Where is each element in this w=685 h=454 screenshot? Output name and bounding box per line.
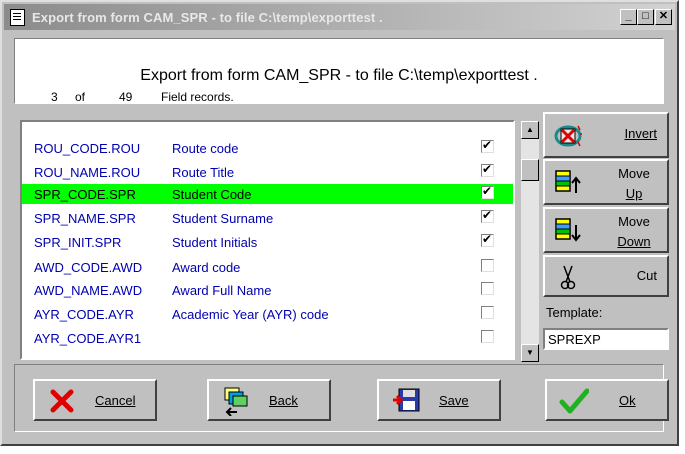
title-bar[interactable]: Export from form CAM_SPR - to file C:\te… <box>4 4 675 30</box>
save-label: Save <box>439 393 469 408</box>
field-row[interactable]: SPR_NAME.SPR Student Surname <box>22 208 513 228</box>
export-dialog: Export from form CAM_SPR - to file C:\te… <box>0 0 679 446</box>
records-suffix: Field records. <box>161 90 234 104</box>
cancel-x-icon <box>50 389 74 413</box>
move-down-button[interactable]: Move Down <box>543 207 669 253</box>
button-bar: Cancel Back Save Ok <box>14 364 669 432</box>
move-down-icon <box>555 218 581 242</box>
maximize-button[interactable]: □ <box>637 9 654 25</box>
current-record: 3 <box>51 90 58 104</box>
move-down-label: Move Down <box>617 214 651 249</box>
invert-icon <box>554 125 582 147</box>
scissors-icon <box>560 265 576 290</box>
export-title: Export from form CAM_SPR - to file C:\te… <box>140 67 538 84</box>
window-title: Export from form CAM_SPR - to file C:\te… <box>32 10 383 25</box>
field-row[interactable]: AYR_CODE.AYR Academic Year (AYR) code <box>22 304 513 324</box>
field-row[interactable]: ROU_CODE.ROU Route code <box>22 138 513 158</box>
field-row[interactable]: SPR_CODE.SPR Student Code <box>22 184 513 204</box>
ok-checkmark-icon <box>559 388 589 414</box>
include-checkbox[interactable] <box>481 208 494 223</box>
list-scrollbar[interactable]: ▲ ▼ <box>521 121 539 362</box>
total-records: 49 <box>119 90 133 104</box>
cancel-label: Cancel <box>95 393 136 408</box>
field-description: Student Surname <box>172 211 274 226</box>
field-description: Award code <box>172 260 241 275</box>
scroll-down-arrow-icon[interactable]: ▼ <box>521 344 539 362</box>
export-header: Export from form CAM_SPR - to file C:\te… <box>14 38 664 104</box>
field-list[interactable]: ROU_CODE.ROU Route code ROU_NAME.ROU Rou… <box>20 120 515 360</box>
include-checkbox[interactable] <box>481 184 494 199</box>
field-code: SPR_CODE.SPR <box>34 187 136 202</box>
back-icon <box>224 387 248 416</box>
close-button[interactable]: ✕ <box>655 9 672 25</box>
field-code: ROU_NAME.ROU <box>34 165 141 180</box>
template-input[interactable]: SPREXP <box>543 328 669 350</box>
invert-label: Invert <box>624 126 657 141</box>
minimize-button[interactable]: _ <box>620 9 637 25</box>
cancel-button[interactable]: Cancel <box>33 379 157 421</box>
field-code: AYR_CODE.AYR1 <box>34 331 142 346</box>
of-label: of <box>75 90 86 104</box>
move-up-label: Move Up <box>618 166 650 201</box>
field-row[interactable]: ROU_NAME.ROU Route Title <box>22 162 513 182</box>
ok-label: Ok <box>619 393 636 408</box>
invert-button[interactable]: Invert <box>543 112 669 158</box>
save-floppy-icon <box>393 388 420 412</box>
move-up-icon <box>555 170 581 193</box>
field-code: SPR_INIT.SPR <box>34 235 122 250</box>
field-description: Student Initials <box>172 235 258 250</box>
app-icon[interactable] <box>10 9 25 26</box>
field-description: Route code <box>172 141 239 156</box>
scroll-thumb[interactable] <box>521 159 539 181</box>
cut-label: Cut <box>636 268 657 283</box>
field-row[interactable]: AWD_CODE.AWD Award code <box>22 257 513 277</box>
include-checkbox[interactable] <box>481 138 494 153</box>
include-checkbox[interactable] <box>481 330 494 343</box>
ok-button[interactable]: Ok <box>545 379 669 421</box>
field-description: Award Full Name <box>172 283 272 298</box>
include-checkbox[interactable] <box>481 232 494 247</box>
back-button[interactable]: Back <box>207 379 331 421</box>
field-row[interactable]: SPR_INIT.SPR Student Initials <box>22 232 513 252</box>
template-label: Template: <box>546 305 603 320</box>
move-up-button[interactable]: Move Up <box>543 159 669 205</box>
field-description: Academic Year (AYR) code <box>172 307 329 322</box>
field-code: SPR_NAME.SPR <box>34 211 136 226</box>
field-row[interactable]: AYR_CODE.AYR1 <box>22 328 513 348</box>
scroll-up-arrow-icon[interactable]: ▲ <box>521 121 539 139</box>
field-code: ROU_CODE.ROU <box>34 141 141 156</box>
include-checkbox[interactable] <box>481 282 494 295</box>
cut-button[interactable]: Cut <box>543 255 669 297</box>
back-label: Back <box>269 393 298 408</box>
field-code: AYR_CODE.AYR <box>34 307 134 322</box>
field-description: Student Code <box>172 187 252 202</box>
field-code: AWD_NAME.AWD <box>34 283 143 298</box>
include-checkbox[interactable] <box>481 306 494 319</box>
save-button[interactable]: Save <box>377 379 501 421</box>
include-checkbox[interactable] <box>481 162 494 177</box>
include-checkbox[interactable] <box>481 259 494 272</box>
field-row[interactable]: AWD_NAME.AWD Award Full Name <box>22 280 513 300</box>
field-description: Route Title <box>172 165 235 180</box>
field-code: AWD_CODE.AWD <box>34 260 143 275</box>
